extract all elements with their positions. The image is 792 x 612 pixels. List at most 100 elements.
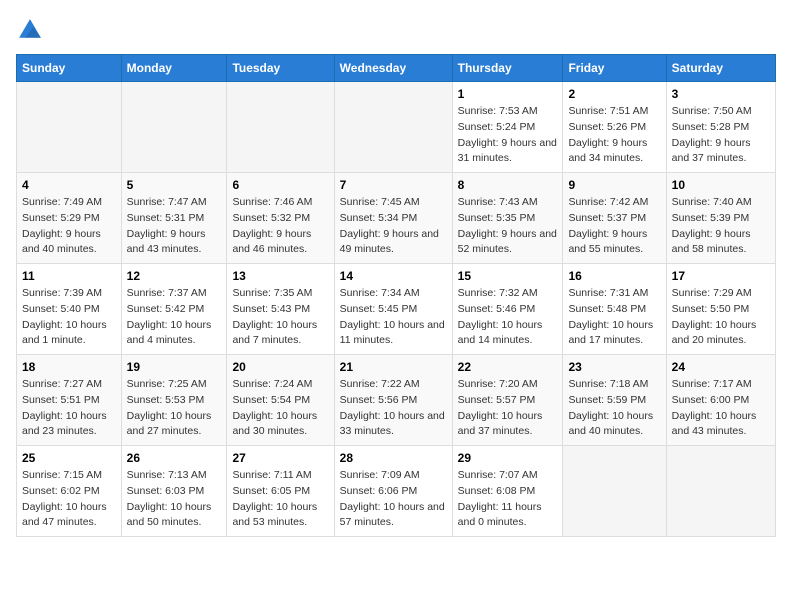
day-info: Sunrise: 7:31 AMSunset: 5:48 PMDaylight:… (568, 286, 660, 349)
calendar-cell: 10 Sunrise: 7:40 AMSunset: 5:39 PMDayligh… (666, 173, 775, 264)
calendar-cell: 20 Sunrise: 7:24 AMSunset: 5:54 PMDayligh… (227, 355, 334, 446)
weekday-header-tuesday: Tuesday (227, 55, 334, 82)
calendar-cell: 11 Sunrise: 7:39 AMSunset: 5:40 PMDayligh… (17, 264, 122, 355)
day-info: Sunrise: 7:25 AMSunset: 5:53 PMDaylight:… (127, 377, 222, 440)
day-info: Sunrise: 7:13 AMSunset: 6:03 PMDaylight:… (127, 468, 222, 531)
day-number: 10 (672, 178, 770, 192)
day-info: Sunrise: 7:17 AMSunset: 6:00 PMDaylight:… (672, 377, 770, 440)
day-info: Sunrise: 7:37 AMSunset: 5:42 PMDaylight:… (127, 286, 222, 349)
logo (16, 16, 48, 44)
day-number: 2 (568, 87, 660, 101)
calendar-cell: 19 Sunrise: 7:25 AMSunset: 5:53 PMDayligh… (121, 355, 227, 446)
day-info: Sunrise: 7:22 AMSunset: 5:56 PMDaylight:… (340, 377, 447, 440)
weekday-header-wednesday: Wednesday (334, 55, 452, 82)
calendar-cell: 22 Sunrise: 7:20 AMSunset: 5:57 PMDayligh… (452, 355, 563, 446)
calendar-cell (563, 446, 666, 537)
calendar-table: SundayMondayTuesdayWednesdayThursdayFrid… (16, 54, 776, 537)
day-info: Sunrise: 7:42 AMSunset: 5:37 PMDaylight:… (568, 195, 660, 258)
weekday-header-sunday: Sunday (17, 55, 122, 82)
day-number: 7 (340, 178, 447, 192)
weekday-header-saturday: Saturday (666, 55, 775, 82)
day-number: 21 (340, 360, 447, 374)
day-number: 4 (22, 178, 116, 192)
day-number: 26 (127, 451, 222, 465)
weekday-header-friday: Friday (563, 55, 666, 82)
calendar-cell (334, 82, 452, 173)
day-number: 8 (458, 178, 558, 192)
calendar-cell: 28Sunrise: 7:09 AMSunset: 6:06 PMDayligh… (334, 446, 452, 537)
day-number: 6 (232, 178, 328, 192)
logo-icon (16, 16, 44, 44)
day-info: Sunrise: 7:39 AMSunset: 5:40 PMDaylight:… (22, 286, 116, 349)
day-number: 24 (672, 360, 770, 374)
day-info: Sunrise: 7:24 AMSunset: 5:54 PMDaylight:… (232, 377, 328, 440)
day-info: Sunrise: 7:40 AMSunset: 5:39 PMDaylight:… (672, 195, 770, 258)
day-info: Sunrise: 7:34 AMSunset: 5:45 PMDaylight:… (340, 286, 447, 349)
calendar-cell: 26 Sunrise: 7:13 AMSunset: 6:03 PMDayligh… (121, 446, 227, 537)
calendar-cell: 24 Sunrise: 7:17 AMSunset: 6:00 PMDayligh… (666, 355, 775, 446)
day-number: 20 (232, 360, 328, 374)
day-number: 22 (458, 360, 558, 374)
day-number: 11 (22, 269, 116, 283)
day-info: Sunrise: 7:07 AMSunset: 6:08 PMDaylight:… (458, 468, 558, 531)
day-info: Sunrise: 7:53 AMSunset: 5:24 PMDaylight:… (458, 104, 558, 167)
calendar-cell (227, 82, 334, 173)
day-info: Sunrise: 7:27 AMSunset: 5:51 PMDaylight:… (22, 377, 116, 440)
day-number: 5 (127, 178, 222, 192)
calendar-cell: 12 Sunrise: 7:37 AMSunset: 5:42 PMDayligh… (121, 264, 227, 355)
calendar-cell: 7 Sunrise: 7:45 AMSunset: 5:34 PMDaylight… (334, 173, 452, 264)
day-number: 25 (22, 451, 116, 465)
day-number: 27 (232, 451, 328, 465)
day-info: Sunrise: 7:51 AMSunset: 5:26 PMDaylight:… (568, 104, 660, 167)
calendar-cell: 17 Sunrise: 7:29 AMSunset: 5:50 PMDayligh… (666, 264, 775, 355)
calendar-cell: 18 Sunrise: 7:27 AMSunset: 5:51 PMDayligh… (17, 355, 122, 446)
day-info: Sunrise: 7:43 AMSunset: 5:35 PMDaylight:… (458, 195, 558, 258)
calendar-cell: 23Sunrise: 7:18 AMSunset: 5:59 PMDayligh… (563, 355, 666, 446)
calendar-cell (121, 82, 227, 173)
day-info: Sunrise: 7:50 AMSunset: 5:28 PMDaylight:… (672, 104, 770, 167)
calendar-cell: 21 Sunrise: 7:22 AMSunset: 5:56 PMDayligh… (334, 355, 452, 446)
day-number: 1 (458, 87, 558, 101)
day-info: Sunrise: 7:29 AMSunset: 5:50 PMDaylight:… (672, 286, 770, 349)
calendar-cell: 15 Sunrise: 7:32 AMSunset: 5:46 PMDayligh… (452, 264, 563, 355)
day-info: Sunrise: 7:32 AMSunset: 5:46 PMDaylight:… (458, 286, 558, 349)
day-number: 12 (127, 269, 222, 283)
day-number: 28 (340, 451, 447, 465)
day-number: 9 (568, 178, 660, 192)
day-info: Sunrise: 7:20 AMSunset: 5:57 PMDaylight:… (458, 377, 558, 440)
day-info: Sunrise: 7:45 AMSunset: 5:34 PMDaylight:… (340, 195, 447, 258)
day-number: 13 (232, 269, 328, 283)
day-number: 29 (458, 451, 558, 465)
day-number: 23 (568, 360, 660, 374)
calendar-cell: 6 Sunrise: 7:46 AMSunset: 5:32 PMDaylight… (227, 173, 334, 264)
weekday-header-monday: Monday (121, 55, 227, 82)
day-number: 17 (672, 269, 770, 283)
day-info: Sunrise: 7:15 AMSunset: 6:02 PMDaylight:… (22, 468, 116, 531)
calendar-cell: 29 Sunrise: 7:07 AMSunset: 6:08 PMDayligh… (452, 446, 563, 537)
day-number: 18 (22, 360, 116, 374)
calendar-cell (17, 82, 122, 173)
calendar-cell: 16 Sunrise: 7:31 AMSunset: 5:48 PMDayligh… (563, 264, 666, 355)
calendar-cell: 8 Sunrise: 7:43 AMSunset: 5:35 PMDaylight… (452, 173, 563, 264)
day-number: 15 (458, 269, 558, 283)
day-number: 19 (127, 360, 222, 374)
calendar-cell: 4 Sunrise: 7:49 AMSunset: 5:29 PMDaylight… (17, 173, 122, 264)
header (16, 16, 776, 44)
calendar-cell: 14 Sunrise: 7:34 AMSunset: 5:45 PMDayligh… (334, 264, 452, 355)
calendar-cell: 25 Sunrise: 7:15 AMSunset: 6:02 PMDayligh… (17, 446, 122, 537)
day-info: Sunrise: 7:46 AMSunset: 5:32 PMDaylight:… (232, 195, 328, 258)
weekday-header-thursday: Thursday (452, 55, 563, 82)
calendar-cell: 13 Sunrise: 7:35 AMSunset: 5:43 PMDayligh… (227, 264, 334, 355)
day-info: Sunrise: 7:47 AMSunset: 5:31 PMDaylight:… (127, 195, 222, 258)
day-number: 16 (568, 269, 660, 283)
day-info: Sunrise: 7:35 AMSunset: 5:43 PMDaylight:… (232, 286, 328, 349)
calendar-cell: 5 Sunrise: 7:47 AMSunset: 5:31 PMDaylight… (121, 173, 227, 264)
day-number: 14 (340, 269, 447, 283)
day-number: 3 (672, 87, 770, 101)
calendar-cell: 2 Sunrise: 7:51 AMSunset: 5:26 PMDaylight… (563, 82, 666, 173)
calendar-cell (666, 446, 775, 537)
day-info: Sunrise: 7:49 AMSunset: 5:29 PMDaylight:… (22, 195, 116, 258)
calendar-cell: 3 Sunrise: 7:50 AMSunset: 5:28 PMDaylight… (666, 82, 775, 173)
day-info: Sunrise: 7:11 AMSunset: 6:05 PMDaylight:… (232, 468, 328, 531)
calendar-cell: 9 Sunrise: 7:42 AMSunset: 5:37 PMDaylight… (563, 173, 666, 264)
